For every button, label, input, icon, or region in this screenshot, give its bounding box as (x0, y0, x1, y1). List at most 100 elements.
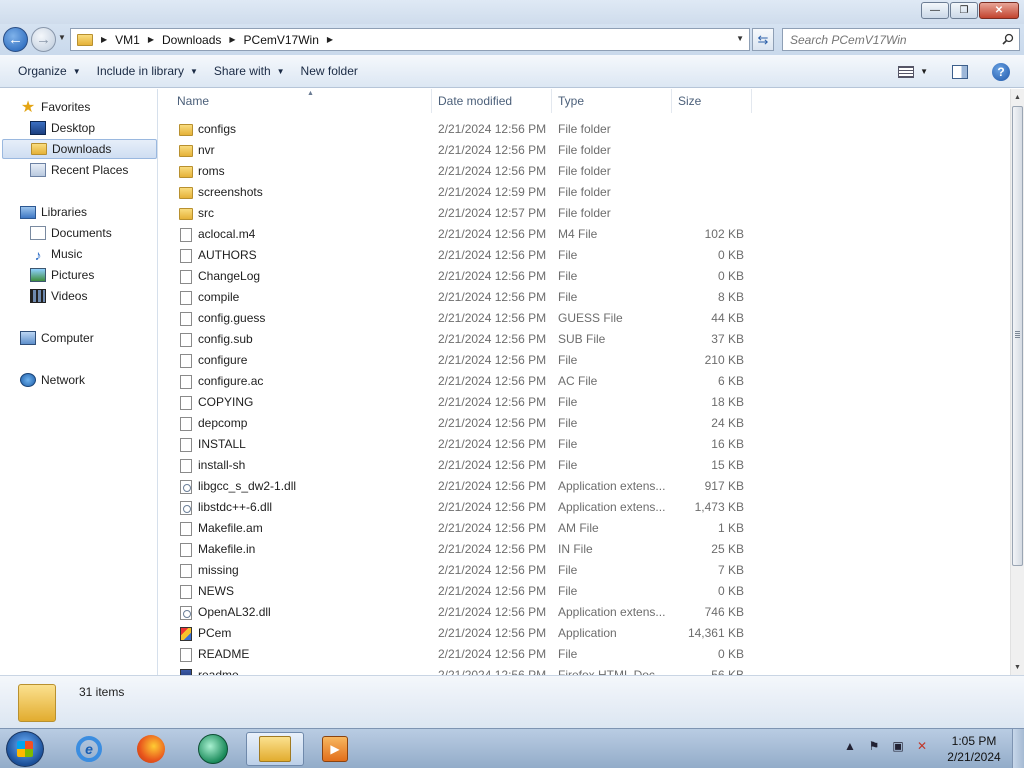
file-row[interactable]: configure.ac 2/21/2024 12:56 PM AC File 6 K… (159, 371, 1010, 392)
file-row[interactable]: screenshots 2/21/2024 12:59 PM File folder (159, 182, 1010, 203)
nav-videos[interactable]: Videos (30, 286, 87, 306)
breadcrumb-separator-icon[interactable]: ▶ (101, 35, 107, 44)
breadcrumb-downloads[interactable]: Downloads (162, 33, 221, 47)
file-row[interactable]: libgcc_s_dw2-1.dll 2/21/2024 12:56 PM Appl… (159, 476, 1010, 497)
file-row[interactable]: roms 2/21/2024 12:56 PM File folder (159, 161, 1010, 182)
file-name: config.guess (198, 311, 266, 325)
preview-pane-icon[interactable] (952, 64, 968, 79)
nav-pictures[interactable]: Pictures (30, 265, 94, 285)
address-bar[interactable]: ▶ VM1 ▶ Downloads ▶ PCemV17Win ▶ ▼ (70, 28, 750, 51)
network-status-icon[interactable]: ▣ (891, 739, 905, 753)
nav-downloads[interactable]: Downloads (2, 139, 157, 159)
file-row[interactable]: nvr 2/21/2024 12:56 PM File folder (159, 140, 1010, 161)
column-header-size[interactable]: Size (672, 89, 752, 113)
file-row[interactable]: COPYING 2/21/2024 12:56 PM File 18 KB (159, 392, 1010, 413)
vertical-scrollbar[interactable]: ▲ ▼ (1010, 89, 1024, 675)
file-row[interactable]: OpenAL32.dll 2/21/2024 12:56 PM Applicatio… (159, 602, 1010, 623)
file-row[interactable]: readme 2/21/2024 12:56 PM Firefox HTML Doc… (159, 665, 1010, 675)
show-hidden-icons-icon[interactable]: ▲ (843, 739, 857, 753)
column-header-name[interactable]: Name ▲ (168, 89, 432, 113)
nav-network[interactable]: Network (20, 370, 85, 390)
file-row[interactable]: ChangeLog 2/21/2024 12:56 PM File 0 KB (159, 266, 1010, 287)
chevron-down-icon: ▼ (190, 66, 198, 76)
file-name: missing (198, 563, 239, 577)
recent-pages-dropdown[interactable]: ▼ (58, 33, 66, 42)
breadcrumb-vm1[interactable]: VM1 (115, 33, 140, 47)
close-button[interactable]: ✕ (979, 2, 1019, 19)
search-box[interactable] (782, 28, 1020, 51)
nav-music[interactable]: ♪ Music (30, 244, 83, 264)
file-type: Firefox HTML Doc... (558, 668, 665, 675)
file-row[interactable]: NEWS 2/21/2024 12:56 PM File 0 KB (159, 581, 1010, 602)
file-row[interactable]: Makefile.am 2/21/2024 12:56 PM AM File 1 KB (159, 518, 1010, 539)
file-row[interactable]: INSTALL 2/21/2024 12:56 PM File 16 KB (159, 434, 1010, 455)
file-row[interactable]: configure 2/21/2024 12:56 PM File 210 KB (159, 350, 1010, 371)
file-row[interactable]: compile 2/21/2024 12:56 PM File 8 KB (159, 287, 1010, 308)
command-bar: Organize ▼ Include in library ▼ Share with… (0, 55, 1024, 88)
taskbar-firefox[interactable] (126, 732, 176, 766)
pictures-icon (30, 268, 46, 282)
file-row[interactable]: config.sub 2/21/2024 12:56 PM SUB File 37 K… (159, 329, 1010, 350)
organize-label: Organize (18, 64, 67, 78)
file-row[interactable]: src 2/21/2024 12:57 PM File folder (159, 203, 1010, 224)
file-icon (180, 585, 192, 599)
nav-desktop[interactable]: Desktop (30, 118, 95, 138)
nav-favorites[interactable]: ★ Favorites (20, 97, 91, 117)
nav-downloads-label: Downloads (52, 142, 112, 156)
file-size: 37 KB (711, 332, 744, 346)
forward-button[interactable]: → (31, 27, 56, 52)
show-desktop-button[interactable] (1012, 729, 1024, 768)
file-name: INSTALL (198, 437, 246, 451)
file-date-modified: 2/21/2024 12:56 PM (438, 647, 547, 661)
taskbar-windows-explorer[interactable] (246, 732, 304, 766)
back-button[interactable]: ← (3, 27, 28, 52)
file-row[interactable]: install-sh 2/21/2024 12:56 PM File 15 KB (159, 455, 1010, 476)
share-with-button[interactable]: Share with ▼ (206, 59, 293, 83)
action-center-flag-icon[interactable]: ⚑ (867, 739, 881, 753)
address-dropdown-icon[interactable]: ▼ (736, 34, 744, 43)
new-folder-button[interactable]: New folder (293, 59, 366, 83)
file-row[interactable]: config.guess 2/21/2024 12:56 PM GUESS File… (159, 308, 1010, 329)
search-icon[interactable] (1002, 33, 1014, 45)
taskbar-internet-explorer[interactable]: e (64, 732, 114, 766)
view-options-dropdown-icon[interactable]: ▼ (920, 67, 928, 76)
breadcrumb-separator-icon[interactable]: ▶ (229, 35, 235, 44)
breadcrumb-separator-icon[interactable]: ▶ (148, 35, 154, 44)
file-row[interactable]: depcomp 2/21/2024 12:56 PM File 24 KB (159, 413, 1010, 434)
file-row[interactable]: README 2/21/2024 12:56 PM File 0 KB (159, 644, 1010, 665)
scrollbar-thumb[interactable] (1012, 106, 1023, 566)
app-icon (198, 734, 228, 764)
include-in-library-button[interactable]: Include in library ▼ (89, 59, 206, 83)
scroll-up-icon[interactable]: ▲ (1011, 89, 1024, 105)
file-row[interactable]: configs 2/21/2024 12:56 PM File folder (159, 119, 1010, 140)
taskbar-media-player[interactable]: ▶ (310, 732, 360, 766)
file-row[interactable]: aclocal.m4 2/21/2024 12:56 PM M4 File 102 K… (159, 224, 1010, 245)
minimize-button[interactable]: — (921, 2, 949, 19)
column-header-type[interactable]: Type (552, 89, 672, 113)
file-row[interactable]: PCem 2/21/2024 12:56 PM Application 14,361 … (159, 623, 1010, 644)
organize-button[interactable]: Organize ▼ (10, 59, 89, 83)
nav-documents[interactable]: Documents (30, 223, 112, 243)
start-button[interactable] (6, 731, 44, 767)
file-row[interactable]: libstdc++-6.dll 2/21/2024 12:56 PM Applica… (159, 497, 1010, 518)
search-input[interactable] (783, 29, 983, 50)
file-row[interactable]: Makefile.in 2/21/2024 12:56 PM IN File 25 K… (159, 539, 1010, 560)
clock[interactable]: 1:05 PM 2/21/2024 (936, 733, 1012, 765)
file-row[interactable]: missing 2/21/2024 12:56 PM File 7 KB (159, 560, 1010, 581)
refresh-button[interactable]: ⇆ (752, 28, 774, 51)
nav-libraries[interactable]: Libraries (20, 202, 87, 222)
breadcrumb-pcemv17win[interactable]: PCemV17Win (244, 33, 319, 47)
change-view-icon[interactable] (898, 65, 915, 78)
breadcrumb-separator-icon[interactable]: ▶ (327, 35, 333, 44)
firefox-icon (137, 735, 165, 763)
file-row[interactable]: AUTHORS 2/21/2024 12:56 PM File 0 KB (159, 245, 1010, 266)
volume-muted-icon[interactable]: ✕ (915, 739, 929, 753)
help-icon[interactable]: ? (992, 62, 1010, 81)
maximize-button[interactable]: ❐ (950, 2, 978, 19)
taskbar-app[interactable] (188, 732, 238, 766)
scroll-down-icon[interactable]: ▼ (1011, 659, 1024, 675)
nav-computer[interactable]: Computer (20, 328, 94, 348)
folder-icon (179, 145, 193, 157)
column-header-date-modified[interactable]: Date modified (432, 89, 552, 113)
nav-recent-places[interactable]: Recent Places (30, 160, 128, 180)
